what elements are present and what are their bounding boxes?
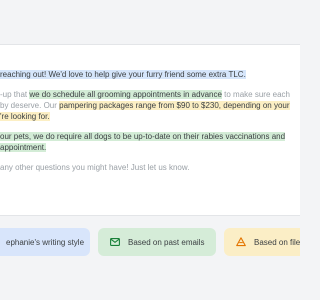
email-line-3: by deserve. Our pampering packages range… xyxy=(0,100,290,111)
email-line-2: -up that we do schedule all grooming app… xyxy=(0,89,290,100)
chip-writing-style[interactable]: ephanie's writing style xyxy=(0,228,90,256)
viewport: reaching out! We'd love to help give you… xyxy=(0,0,300,300)
drive-icon xyxy=(236,237,246,247)
chip-file-label: Based on file xyxy=(254,237,300,247)
highlight-vaccination: our pets, we do require all dogs to be u… xyxy=(0,132,286,141)
email-line-1: reaching out! We'd love to help give you… xyxy=(0,69,246,80)
email-line-3-start: by deserve. Our xyxy=(0,101,60,110)
highlight-past-emails: we do schedule all grooming appointments… xyxy=(29,90,222,99)
highlight-vaccination-end: appointment. xyxy=(0,143,47,152)
chip-past-emails-label: Based on past emails xyxy=(128,237,205,247)
email-line-2-end: to make sure each xyxy=(221,90,290,99)
email-line-4: 're looking for. xyxy=(0,111,50,122)
email-line-7: any other questions you might have! Just… xyxy=(0,162,189,173)
email-line-2-start: -up that xyxy=(0,90,30,99)
highlight-file-pricing: pampering packages range from $90 to $23… xyxy=(59,101,290,110)
email-line-6: appointment. xyxy=(0,142,47,153)
chip-past-emails[interactable]: Based on past emails xyxy=(98,228,216,256)
highlight-writing-style: reaching out! We'd love to help give you… xyxy=(0,70,246,79)
source-chips: ephanie's writing style Based on past em… xyxy=(0,228,300,256)
email-line-5: our pets, we do require all dogs to be u… xyxy=(0,131,286,142)
chip-writing-style-label: ephanie's writing style xyxy=(6,237,85,247)
email-draft-card[interactable]: reaching out! We'd love to help give you… xyxy=(0,44,300,216)
mail-icon xyxy=(110,237,120,247)
email-closing: any other questions you might have! Just… xyxy=(0,163,190,172)
chip-file[interactable]: Based on file xyxy=(224,228,300,256)
highlight-file-pricing-end: 're looking for. xyxy=(0,112,50,121)
